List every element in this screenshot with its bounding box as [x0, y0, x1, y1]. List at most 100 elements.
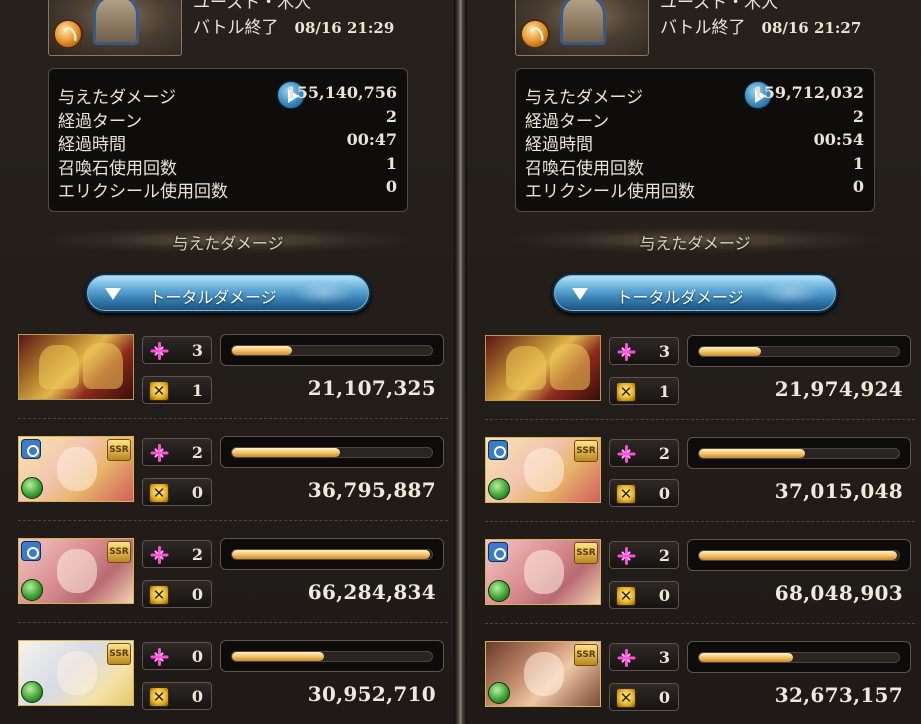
character-row: SSR 2 0 36,795,887: [18, 436, 448, 538]
ssr-badge-icon: SSR: [574, 542, 598, 564]
damage-bar: [220, 538, 444, 570]
gold-seal-icon: [616, 382, 636, 402]
boss-name: ユースト・木人: [660, 0, 779, 13]
pink-sparkle-icon: [617, 343, 635, 361]
battle-end-line: バトル終了 08/16 21:29: [193, 13, 394, 38]
stat-row-time: 経過時間 00:54: [516, 130, 874, 155]
stat-row-summons: 召喚石使用回数 1: [516, 154, 874, 179]
stat-label: 経過ターン: [58, 112, 143, 132]
character-portrait[interactable]: SSR: [18, 640, 134, 706]
seal-count: 0: [191, 687, 203, 706]
seal-count: 1: [191, 381, 203, 400]
stat-value: 0: [852, 177, 864, 196]
wind-element-icon: [488, 682, 510, 704]
portrait-art: [39, 345, 79, 389]
fire-element-icon: [53, 19, 83, 49]
stat-row-turns: 経過ターン 2: [516, 107, 874, 132]
battle-end-label: バトル終了: [193, 18, 279, 38]
row-divider: [485, 419, 915, 420]
portrait-art: [57, 549, 97, 593]
damage-bar: [220, 640, 444, 672]
damage-bar-track: [698, 448, 900, 459]
total-damage-dropdown[interactable]: トータルダメージ: [552, 273, 838, 313]
battle-stats-box: 与えたダメージ 155,140,756 経過ターン 2 経過時間 00:47 召…: [48, 68, 408, 212]
character-portrait[interactable]: [18, 334, 134, 400]
gold-seal-icon: [149, 483, 169, 503]
charge-attack-count: 2: [191, 545, 203, 564]
total-damage-dropdown[interactable]: トータルダメージ: [85, 273, 371, 313]
boss-thumbnail[interactable]: [515, 0, 649, 56]
charge-attack-count: 0: [191, 647, 203, 666]
wind-element-icon: [21, 477, 43, 499]
row-divider: [485, 623, 915, 624]
boss-thumbnail[interactable]: [48, 0, 182, 56]
damage-bar-fill: [699, 347, 761, 356]
ring-icon: [488, 542, 508, 562]
damage-bar: [220, 334, 444, 366]
seal-badge: 0: [142, 682, 212, 710]
pink-sparkle-icon: [617, 649, 635, 667]
ring-icon: [21, 439, 41, 459]
character-damage: 36,795,887: [307, 478, 436, 502]
stat-value: 155,140,756: [285, 83, 397, 102]
character-portrait[interactable]: SSR: [18, 538, 134, 604]
stat-value: 1: [852, 154, 864, 173]
damage-bar-track: [231, 651, 433, 662]
stat-label: 経過時間: [58, 135, 126, 155]
pink-sparkle-icon: [150, 342, 168, 360]
stat-row-turns: 経過ターン 2: [49, 107, 407, 132]
portrait-art: [524, 652, 564, 696]
charge-attack-count: 2: [658, 546, 670, 565]
stat-label: 与えたダメージ: [525, 88, 644, 108]
damage-bar: [687, 335, 911, 367]
battle-end-label: バトル終了: [660, 18, 746, 38]
seal-badge: 0: [609, 581, 679, 609]
seal-badge: 0: [142, 580, 212, 608]
damage-bar-track: [698, 550, 900, 561]
charge-attack-count: 3: [658, 342, 670, 361]
charge-attack-count: 2: [191, 443, 203, 462]
charge-attack-badge: 3: [609, 337, 679, 365]
boss-figure: [93, 0, 139, 45]
stat-value: 0: [385, 177, 397, 196]
ring-icon: [488, 440, 508, 460]
stat-value: 159,712,032: [752, 83, 864, 102]
character-damage: 66,284,834: [307, 580, 436, 604]
battle-stats-box: 与えたダメージ 159,712,032 経過ターン 2 経過時間 00:54 召…: [515, 68, 875, 212]
section-title: 与えたダメージ: [639, 234, 751, 253]
boss-name: ユースト・木人: [193, 0, 312, 13]
gold-seal-icon: [616, 484, 636, 504]
stat-row-elixirs: エリクシール使用回数 0: [49, 177, 407, 202]
stat-value: 1: [385, 154, 397, 173]
damage-bar-track: [231, 345, 433, 356]
charge-attack-badge: 3: [142, 336, 212, 364]
seal-count: 0: [658, 484, 670, 503]
charge-attack-count: 2: [658, 444, 670, 463]
character-damage: 30,952,710: [307, 682, 436, 706]
damage-bar-track: [698, 346, 900, 357]
damage-bar: [220, 436, 444, 468]
character-row: SSR 0 0 30,952,710: [18, 640, 448, 724]
character-portrait[interactable]: SSR: [485, 539, 601, 605]
stat-label: エリクシール使用回数: [525, 182, 695, 202]
charge-attack-badge: 2: [609, 541, 679, 569]
dropdown-label: トータルダメージ: [149, 288, 277, 307]
seal-count: 0: [658, 586, 670, 605]
charge-attack-count: 3: [191, 341, 203, 360]
battle-timestamp: 08/16 21:27: [761, 19, 862, 37]
character-portrait[interactable]: SSR: [18, 436, 134, 502]
gold-seal-icon: [149, 687, 169, 707]
charge-attack-count: 3: [658, 648, 670, 667]
character-row: 3 1 21,974,924: [485, 335, 915, 437]
seal-count: 0: [658, 688, 670, 707]
character-damage: 21,107,325: [307, 376, 436, 400]
character-portrait[interactable]: SSR: [485, 437, 601, 503]
damage-bar-track: [698, 652, 900, 663]
character-portrait[interactable]: [485, 335, 601, 401]
damage-bar-fill: [232, 346, 292, 355]
seal-badge: 1: [142, 376, 212, 404]
character-damage: 32,673,157: [774, 683, 903, 707]
character-portrait[interactable]: SSR: [485, 641, 601, 707]
character-row: SSR 2 0 37,015,048: [485, 437, 915, 539]
gold-seal-icon: [616, 688, 636, 708]
